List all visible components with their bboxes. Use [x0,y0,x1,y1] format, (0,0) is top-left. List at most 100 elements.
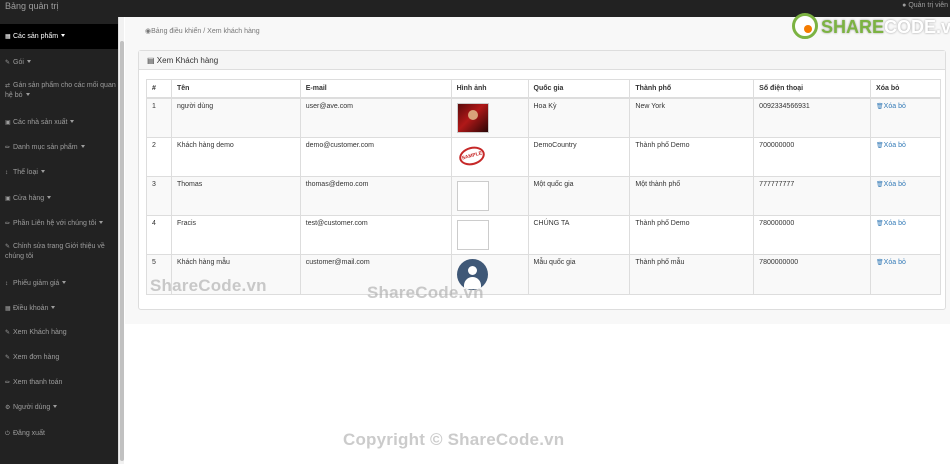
delete-label: Xóa bỏ [883,180,906,188]
sidebar-item-label: Thể loại [13,169,38,176]
table-cell: 4 [146,214,172,255]
table-header-row: # Tên E-mail Hình ảnh Quốc gia Thành phố Số đi… [146,79,941,99]
customer-email[interactable]: demo@customer.com [306,142,374,149]
row-number: 3 [152,180,156,188]
sidebar-item[interactable]: ✎ Chỉnh sửa trang Giới thiệu về chúng tôi [0,242,116,262]
table-cell: demo@customer.com [299,136,452,177]
delete-link[interactable]: 🗑Xóa bỏ [876,103,906,110]
delete-link[interactable]: 🗑Xóa bỏ [876,142,906,149]
customer-city: New York [635,102,665,110]
customer-email[interactable]: customer@mail.com [306,259,370,266]
trash-icon: 🗑 [876,220,884,227]
sidebar-item[interactable]: ⚙ Người dùng [0,403,118,413]
table-cell [450,175,529,216]
table-cell: DemoCountry [527,136,631,177]
table-row: 3 Thomas thomas@demo.com Một quốc gia Một th… [146,175,941,216]
sidebar-item[interactable]: ▦ Các sản phẩm [0,24,118,49]
logo-text: SHARECODE.vn [821,17,950,37]
panel-title: Xem Khách hàng [156,56,219,65]
sidebar-item[interactable]: ↕ Thể loại [0,168,118,178]
table-cell [450,97,529,138]
column-header: Thành phố [629,79,755,99]
delete-label: Xóa bỏ [883,258,906,266]
relation-icon: ⇄ [5,83,11,89]
sidebar-item-label: Đăng xuất [13,430,45,437]
customer-phone: 0092334566931 [759,102,810,110]
customer-city: Thành phố mẫu [635,258,685,266]
column-header: Hình ảnh [450,79,529,99]
sidebar-item-label: Gói [13,59,24,66]
brand-title[interactable]: Bảng quản trị [5,1,59,11]
customer-phone: 7800000000 [759,258,799,266]
sidebar-item-label: Các sản phẩm [13,33,59,40]
sidebar-item-label: Người dùng [13,404,51,411]
sidebar-item[interactable]: ✏ Xem thanh toán [0,378,118,388]
customer-email[interactable]: thomas@demo.com [306,181,369,188]
sidebar-item[interactable]: ▦ Điều khoản [0,304,118,314]
sidebar-item[interactable]: ▣ Các nhà sản xuất [0,118,118,128]
delete-link[interactable]: 🗑Xóa bỏ [876,220,906,227]
sidebar-item[interactable]: ↕ Phiếu giảm giá [0,279,118,289]
breadcrumb: ◉Bảng điều khiển / Xem khách hàng [145,27,260,35]
resize-icon: ↕ [5,170,8,176]
customer-city: Thành phố Demo [635,141,690,149]
table-cell: user@ave.com [299,97,452,138]
table-cell: Một thành phố [629,175,755,216]
admin-menu[interactable]: ● Quản trị viên [902,2,948,9]
table-row: 4 Fracis test@customer.com CHÚNG TA Thành ph… [146,214,941,255]
customer-city: Một thành phố [635,180,681,188]
sidebar-item[interactable]: ✎ Xem đơn hàng [0,353,118,363]
delete-link[interactable]: 🗑Xóa bỏ [876,259,906,266]
delete-link[interactable]: 🗑Xóa bỏ [876,181,906,188]
column-header: # [146,79,172,99]
customer-email[interactable]: user@ave.com [306,103,353,110]
table-cell: 🗑Xóa bỏ [870,97,941,138]
row-number: 1 [152,102,156,110]
money-icon: ▤ [147,56,155,65]
customer-name: Thomas [176,180,203,188]
table-cell: người dùng [170,97,301,138]
breadcrumb-text[interactable]: Bảng điều khiển / Xem khách hàng [151,28,260,35]
customer-country: CHÚNG TA [533,219,570,227]
logo-circle-icon [792,13,818,39]
sidebar-item[interactable]: ✎ Xem Khách hàng [0,328,118,338]
sidebar-item[interactable]: ⏻ Đăng xuất [0,429,118,439]
table-cell: CHÚNG TA [527,214,631,255]
watermark-center: ShareCode.vn [367,283,484,302]
trash-icon: 🗑 [876,259,884,266]
sidebar-item[interactable]: ✏ Danh mục sản phẩm [0,143,118,153]
sidebar-item[interactable]: ✎ Gói [0,58,118,68]
sidebar-item[interactable]: ✏ Phần Liên hệ với chúng tôi [0,219,118,229]
sidebar-item[interactable]: ▣ Cửa hàng [0,194,118,204]
customer-email[interactable]: test@customer.com [306,220,368,227]
caret-down-icon [61,34,66,37]
caret-down-icon [99,221,104,224]
caret-down-icon [25,93,30,96]
customer-thumbnail: SAMPLE [456,142,487,172]
caret-down-icon [26,60,31,63]
table-cell: Thành phố mẫu [629,253,755,295]
sidebar-scrollbar[interactable] [118,17,124,464]
caret-down-icon [70,120,75,123]
pencil-icon: ✏ [5,380,11,386]
user-icon: ● [902,2,907,9]
table-cell: 0092334566931 [753,97,872,138]
table-cell: Hoa Kỳ [527,97,631,138]
table-row: 2 Khách hàng demo demo@customer.com SAMPLE D… [146,136,941,177]
gear-icon: ⚙ [5,405,11,411]
table-cell: Thomas [170,175,301,216]
table-cell: 3 [146,175,172,216]
scrollbar-thumb[interactable] [120,41,124,461]
delete-label: Xóa bỏ [883,102,906,110]
row-number: 5 [152,258,156,266]
watermark-left: ShareCode.vn [150,276,267,295]
customer-phone: 777777777 [759,180,795,188]
resize-icon: ↕ [5,281,8,287]
sidebar-item[interactable]: ⇄ Gán sản phẩm cho các mối quan hệ bó [0,81,116,101]
trash-icon: 🗑 [876,103,884,110]
sharecode-logo: SHARECODE.vn [792,13,950,41]
table-cell: 🗑Xóa bỏ [870,253,941,295]
pencil-icon: ✏ [5,221,11,227]
pencil-icon: ✏ [5,145,11,151]
table-cell: New York [629,97,755,138]
